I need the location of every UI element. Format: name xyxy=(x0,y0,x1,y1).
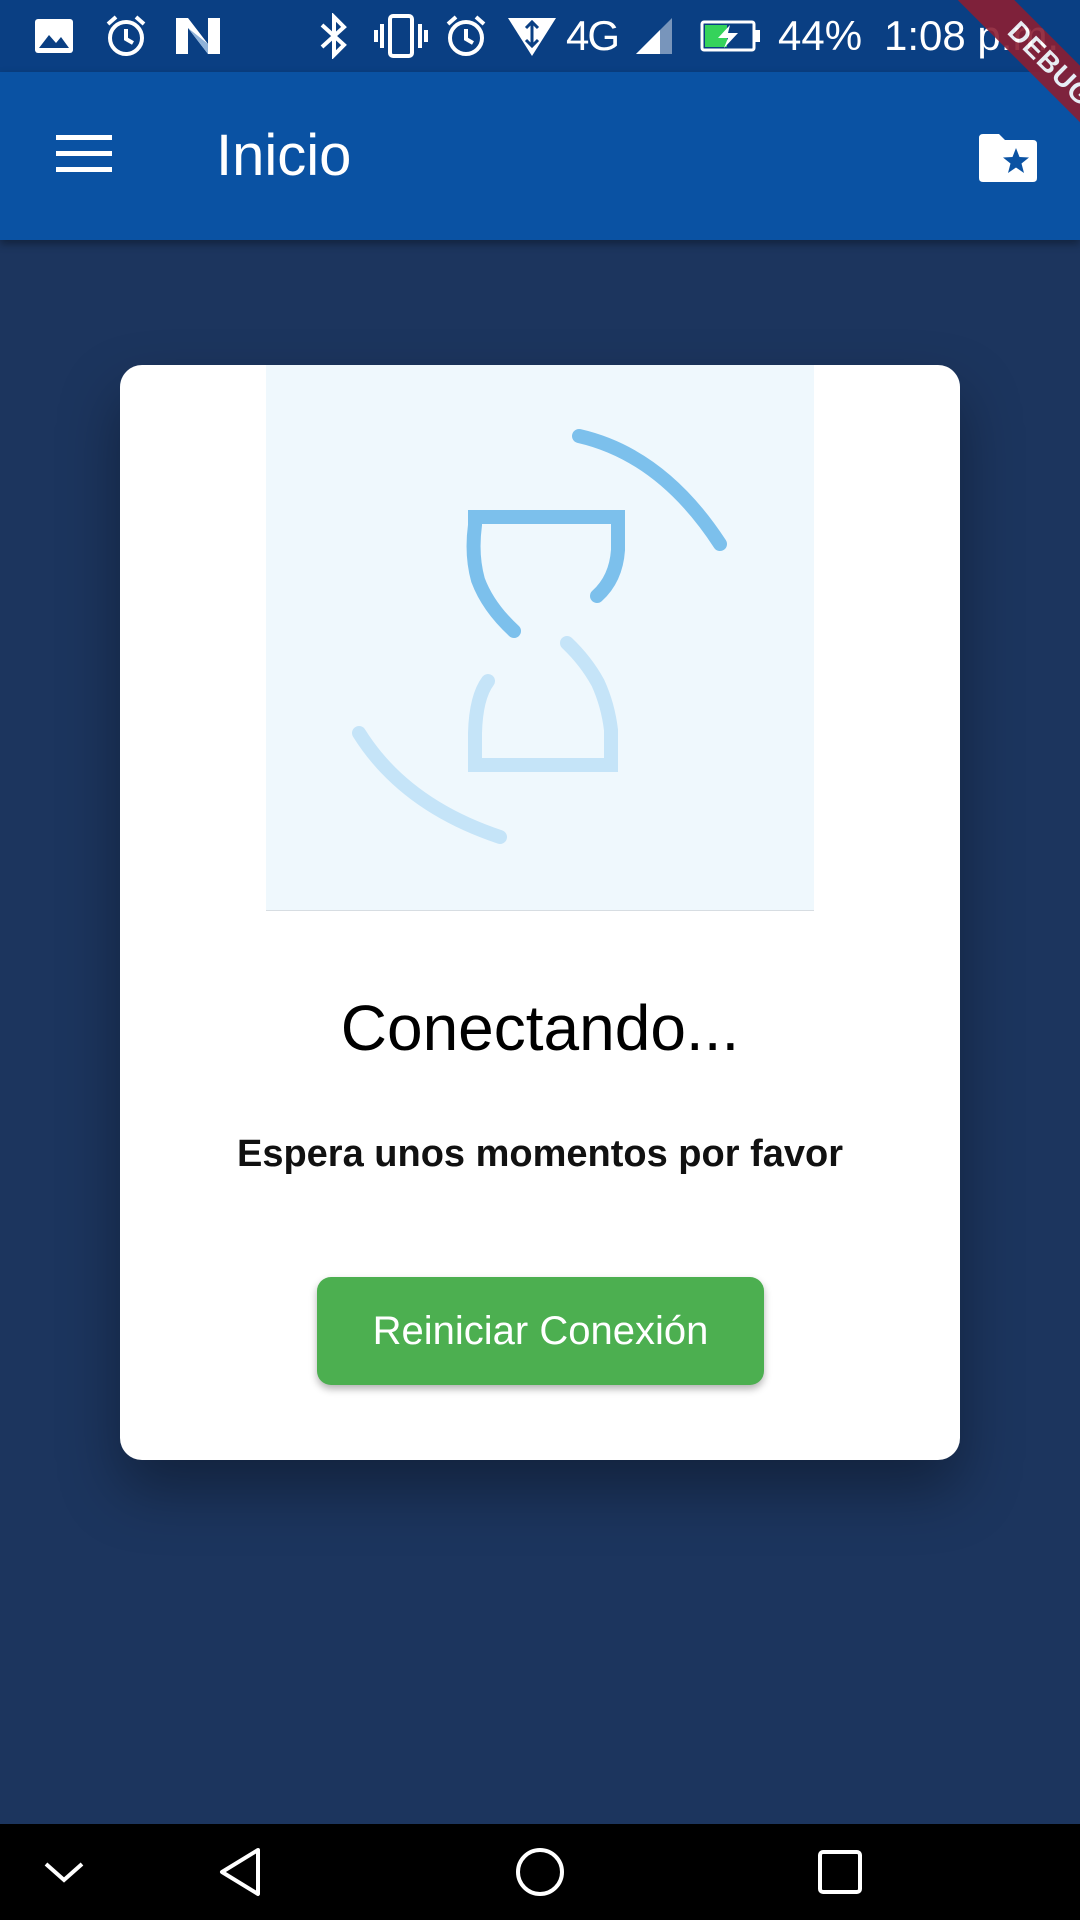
alarm-icon xyxy=(444,14,488,58)
folder-star-icon xyxy=(977,132,1039,189)
status-bar: 4G 44% 1:08 p.m. xyxy=(0,0,1080,72)
restart-connection-button[interactable]: Reiniciar Conexión xyxy=(317,1277,764,1385)
chevron-down-icon[interactable] xyxy=(32,1842,96,1902)
system-nav-bar xyxy=(0,1824,1080,1920)
battery-charging-icon xyxy=(700,14,762,58)
connection-status-message: Espera unos momentos por favor xyxy=(236,1133,843,1175)
image-icon xyxy=(34,14,74,58)
illustration xyxy=(266,365,814,911)
home-icon[interactable] xyxy=(508,1842,572,1902)
vibrate-icon xyxy=(374,14,428,58)
menu-icon xyxy=(56,134,112,179)
favorites-button[interactable] xyxy=(968,124,1048,196)
connection-card: Conectando... Espera unos momentos por f… xyxy=(120,365,960,1460)
battery-percent: 44% xyxy=(778,12,863,59)
connection-status-title: Conectando... xyxy=(340,992,740,1064)
back-icon[interactable] xyxy=(208,1842,272,1902)
network-type: 4G xyxy=(566,12,620,59)
bluetooth-icon xyxy=(318,13,350,59)
clock: 1:08 p.m. xyxy=(884,12,1060,59)
page-title: Inicio xyxy=(216,123,352,188)
alarm-icon xyxy=(104,14,148,58)
app-bar: Inicio xyxy=(0,72,1080,240)
n-app-icon xyxy=(174,14,222,58)
menu-button[interactable] xyxy=(40,112,128,200)
data-transfer-icon xyxy=(506,14,558,58)
recents-icon[interactable] xyxy=(808,1842,872,1902)
hourglass-loading-icon xyxy=(352,429,727,844)
signal-icon xyxy=(634,14,674,58)
